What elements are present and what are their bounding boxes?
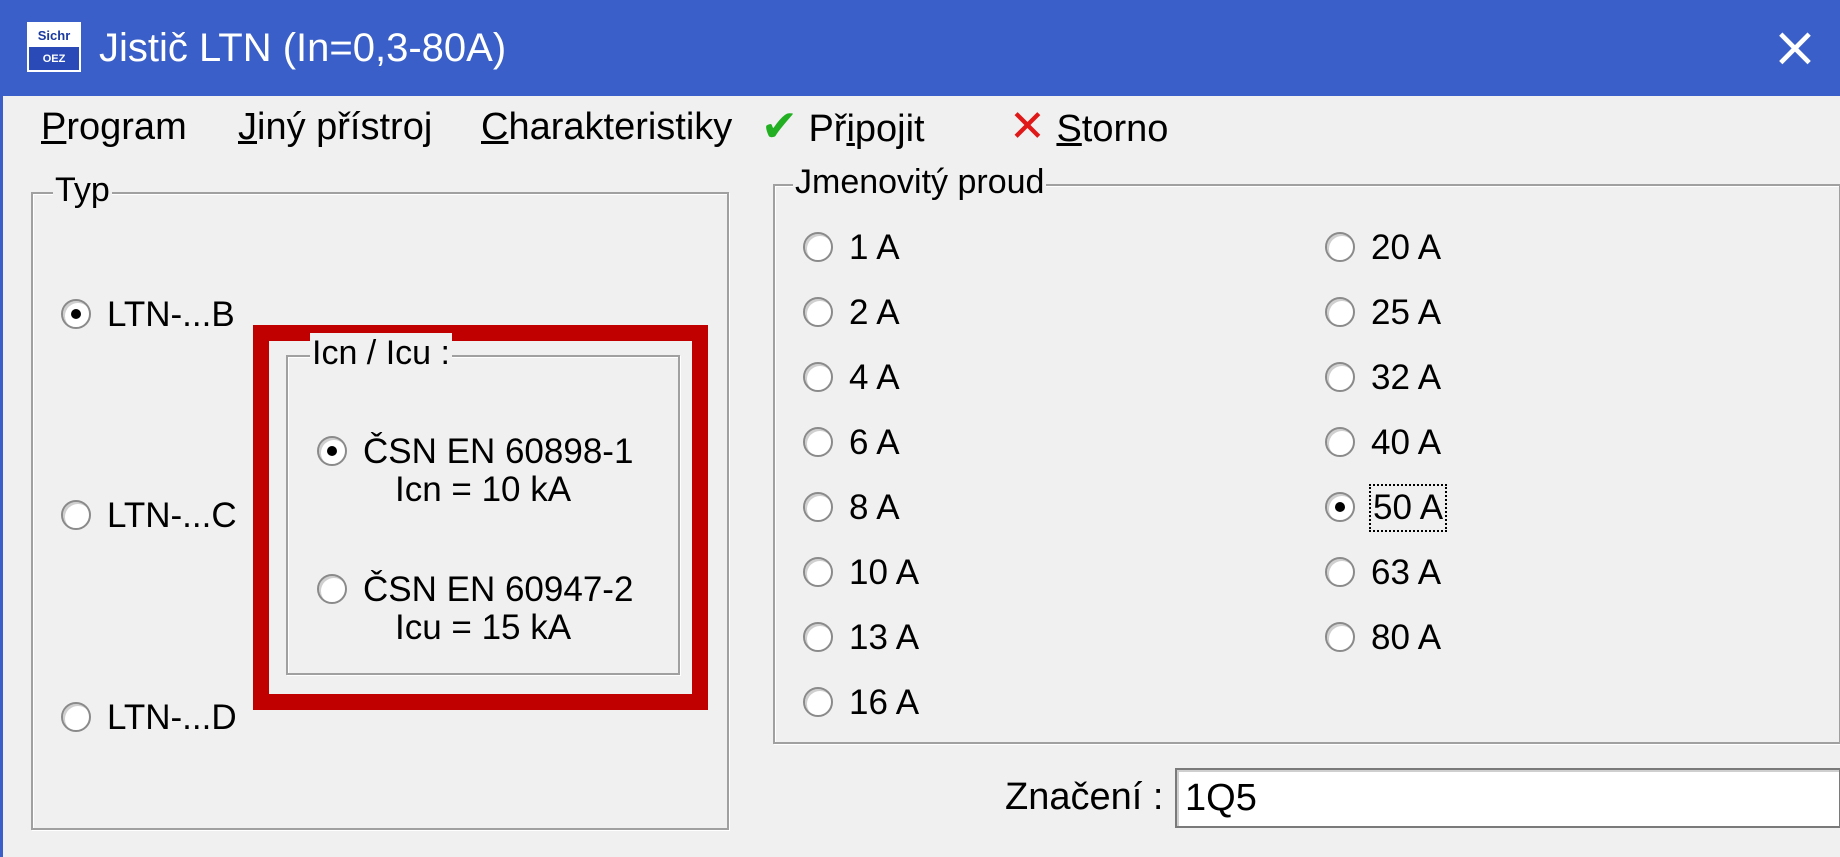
radio-circle[interactable]	[61, 702, 91, 732]
menu-program-accel: P	[41, 106, 67, 148]
radio-circle[interactable]	[803, 232, 833, 262]
storno-label: torno	[1081, 108, 1169, 150]
menu-program[interactable]: Program	[41, 102, 187, 152]
icn-value-label: Icn = 10 kA	[395, 470, 572, 509]
menu-bar: Program Jiný přístroj Charakteristiky ✔ …	[3, 96, 1840, 158]
radio-label: 16 A	[849, 683, 920, 722]
icu-value-label: Icu = 15 kA	[395, 608, 572, 647]
storno-button[interactable]: ✕ Storno	[1009, 102, 1168, 152]
radio-label: 32 A	[1371, 358, 1442, 397]
dialog-window: Sichr OEZ Jistič LTN (In=0,3-80A) × Prog…	[0, 0, 1840, 857]
radio-circle[interactable]	[803, 492, 833, 522]
cancel-x-icon: ✕	[1009, 102, 1046, 151]
radio-circle[interactable]	[1325, 557, 1355, 587]
icn-group-title: Icn / Icu :	[310, 333, 452, 373]
radio-circle[interactable]	[803, 362, 833, 392]
radio-circle[interactable]	[61, 500, 91, 530]
storno-accel: S	[1056, 108, 1082, 150]
radio-circle[interactable]	[1325, 622, 1355, 652]
checkmark-icon: ✔	[761, 102, 798, 151]
radio-circle[interactable]	[1325, 492, 1355, 522]
radio-circle[interactable]	[1325, 362, 1355, 392]
radio-label: 80 A	[1371, 618, 1442, 657]
title-bar[interactable]: Sichr OEZ Jistič LTN (In=0,3-80A) ×	[3, 0, 1840, 96]
radio-circle[interactable]	[1325, 297, 1355, 327]
app-icon-top-text: Sichr	[29, 24, 79, 47]
window-title: Jistič LTN (In=0,3-80A)	[99, 26, 507, 70]
menu-jiny-pristroj[interactable]: Jiný přístroj	[238, 102, 432, 152]
radio-label: 13 A	[849, 618, 920, 657]
radio-circle[interactable]	[803, 622, 833, 652]
radio-label: 4 A	[849, 358, 900, 397]
menu-charakteristiky-label: harakteristiky	[508, 106, 733, 148]
radio-circle[interactable]	[803, 687, 833, 717]
menu-jiny-accel: J	[238, 106, 257, 148]
menu-jiny-label: iný přístroj	[257, 106, 433, 148]
radio-circle[interactable]	[1325, 232, 1355, 262]
menu-program-label: rogram	[66, 106, 187, 148]
radio-label: 1 A	[849, 228, 900, 267]
typ-group-title: Typ	[53, 170, 112, 210]
radio-label: 20 A	[1371, 228, 1442, 267]
proud-group-title: Jmenovitý proud	[793, 162, 1047, 202]
radio-circle[interactable]	[803, 297, 833, 327]
radio-circle[interactable]	[803, 557, 833, 587]
radio-label: 25 A	[1371, 293, 1442, 332]
app-icon-bottom-text: OEZ	[29, 47, 79, 70]
radio-label: LTN-...D	[107, 698, 237, 737]
pripojit-accel: i	[846, 108, 855, 150]
radio-label: 63 A	[1371, 553, 1442, 592]
close-icon[interactable]: ×	[1747, 0, 1840, 96]
radio-label: 6 A	[849, 423, 900, 462]
znaceni-label: Značení :	[1005, 776, 1164, 818]
radio-circle[interactable]	[1325, 427, 1355, 457]
radio-label: LTN-...B	[107, 295, 235, 334]
proud-groupbox: Jmenovitý proud	[773, 162, 1840, 744]
radio-label: 8 A	[849, 488, 900, 527]
menu-charakteristiky[interactable]: Charakteristiky	[481, 102, 732, 152]
pripojit-label-pre: Př	[808, 108, 847, 150]
radio-circle[interactable]	[61, 299, 91, 329]
radio-label: LTN-...C	[107, 496, 237, 535]
pripojit-button[interactable]: ✔ Připojit	[761, 102, 925, 152]
radio-circle[interactable]	[803, 427, 833, 457]
radio-circle[interactable]	[317, 574, 347, 604]
radio-circle[interactable]	[317, 436, 347, 466]
radio-label: 10 A	[849, 553, 920, 592]
app-icon: Sichr OEZ	[27, 22, 81, 72]
pripojit-label: pojit	[854, 108, 925, 150]
radio-label: 50 A	[1368, 484, 1448, 532]
radio-label: 40 A	[1371, 423, 1442, 462]
radio-label: 2 A	[849, 293, 900, 332]
znaceni-input[interactable]: 1Q5	[1175, 768, 1840, 828]
menu-charakteristiky-accel: C	[481, 106, 509, 148]
